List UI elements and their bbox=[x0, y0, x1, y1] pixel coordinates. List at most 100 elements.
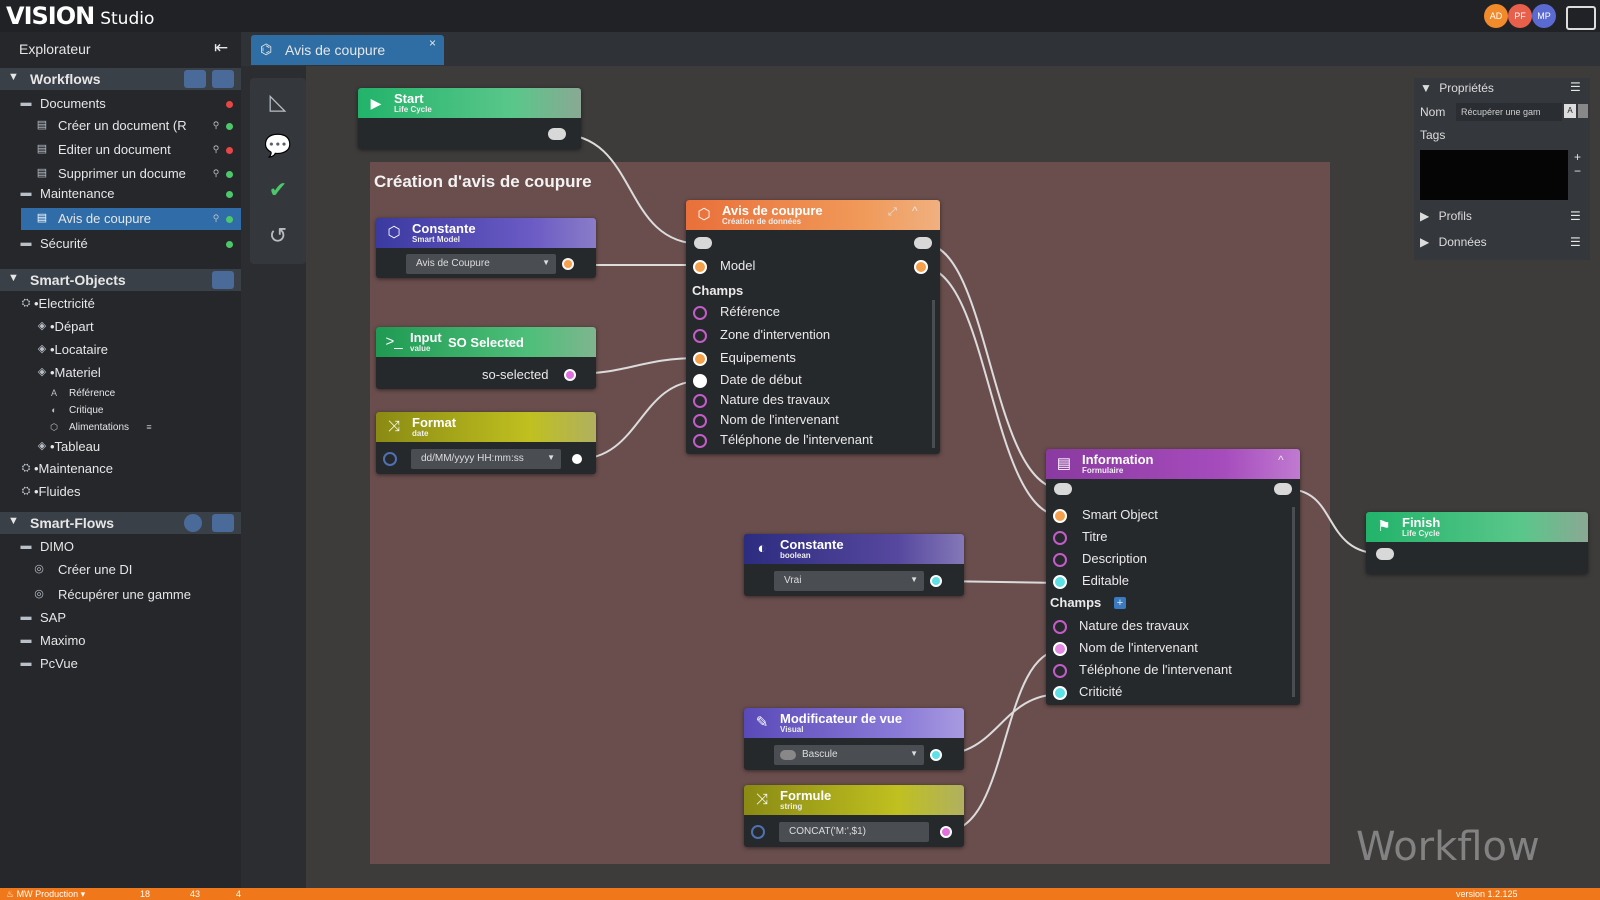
canvas-watermark: Workflow bbox=[1356, 824, 1540, 870]
field-port[interactable] bbox=[1053, 575, 1067, 589]
chevron-down-icon: ▼ bbox=[1420, 81, 1432, 95]
field-port[interactable] bbox=[1053, 642, 1067, 656]
input-port[interactable] bbox=[751, 825, 765, 839]
field-port[interactable] bbox=[1053, 531, 1067, 545]
field-port[interactable] bbox=[693, 352, 707, 366]
boolean-select[interactable]: Vrai ▼ bbox=[774, 571, 924, 591]
field-description: Description bbox=[1082, 551, 1148, 566]
flow-out-port[interactable] bbox=[548, 128, 566, 140]
field-port[interactable] bbox=[693, 434, 707, 448]
chevron-up-icon[interactable]: ^ bbox=[912, 204, 918, 218]
output-port[interactable] bbox=[572, 454, 582, 464]
node-title: Information bbox=[1082, 452, 1154, 467]
node-constante-boolean[interactable]: ◐ Constante boolean Vrai ▼ bbox=[744, 534, 964, 596]
shuffle-icon: ⤨ bbox=[755, 791, 768, 808]
edit-icon: ✎ bbox=[755, 714, 769, 731]
status-bar: ♨ MW Production ▾ 18 43 4 version 1.2.12… bbox=[0, 888, 1600, 900]
model-input-port[interactable] bbox=[693, 260, 707, 274]
smart-model-select[interactable]: Avis de Coupure ▼ bbox=[406, 254, 556, 274]
node-subtitle: date bbox=[412, 429, 429, 438]
visual-mode-select[interactable]: Bascule ▼ bbox=[774, 745, 924, 765]
nom-label: Nom bbox=[1420, 105, 1446, 119]
node-modificateur-de-vue[interactable]: ✎ Modificateur de vue Visual Bascule ▼ bbox=[744, 708, 964, 770]
output-port[interactable] bbox=[940, 826, 952, 838]
field-nature-travaux: Nature des travaux bbox=[720, 392, 830, 407]
node-information[interactable]: ▤ Information Formulaire ^ Smart Object … bbox=[1046, 449, 1300, 705]
field-port[interactable] bbox=[693, 414, 707, 428]
field-nom-intervenant: Nom de l'intervenant bbox=[720, 412, 839, 427]
remove-tag-icon[interactable]: − bbox=[1574, 164, 1581, 178]
nom-input[interactable]: Récupérer une gam bbox=[1456, 103, 1562, 121]
flow-in-port[interactable] bbox=[1376, 548, 1394, 560]
chevron-down-icon: ▼ bbox=[547, 453, 555, 462]
date-format-select[interactable]: dd/MM/yyyy HH:mm:ss ▼ bbox=[411, 449, 561, 469]
properties-header[interactable]: ▼ Propriétés bbox=[1420, 81, 1494, 95]
field-port[interactable] bbox=[1053, 686, 1067, 700]
add-field-icon[interactable]: + bbox=[1114, 597, 1126, 609]
node-constante-smart-model[interactable]: ⬡ Constante Smart Model Avis de Coupure … bbox=[376, 218, 596, 278]
node-subtitle: string bbox=[780, 802, 803, 811]
menu-icon[interactable]: ☰ bbox=[1570, 235, 1581, 249]
node-start[interactable]: ▶ Start Life Cycle bbox=[358, 88, 581, 149]
field-port[interactable] bbox=[1053, 664, 1067, 678]
formula-input[interactable]: CONCAT('M:',$1) bbox=[779, 822, 929, 842]
model-output-port[interactable] bbox=[914, 260, 928, 274]
node-header: ⬡ Constante Smart Model bbox=[376, 218, 596, 248]
node-title: Input bbox=[410, 330, 442, 345]
output-port[interactable] bbox=[930, 749, 942, 761]
terminal-icon: >_ bbox=[385, 333, 403, 350]
toggle-icon: ◐ bbox=[757, 540, 767, 557]
menu-icon[interactable]: ☰ bbox=[1570, 209, 1581, 223]
form-icon: ▤ bbox=[1056, 455, 1072, 472]
field-port[interactable] bbox=[693, 329, 707, 343]
node-title: Modificateur de vue bbox=[780, 711, 903, 726]
node-formule[interactable]: ⤨ Formule string CONCAT('M:',$1) bbox=[744, 785, 964, 847]
field-telephone-intervenant: Téléphone de l'intervenant bbox=[1079, 662, 1232, 677]
expand-icon[interactable]: ⤢ bbox=[888, 206, 897, 219]
output-port[interactable] bbox=[562, 258, 574, 270]
flow-in-port[interactable] bbox=[1054, 483, 1072, 495]
node-subtitle: Visual bbox=[780, 725, 804, 734]
cube-icon: ⬡ bbox=[697, 206, 711, 223]
chevron-down-icon: ▼ bbox=[542, 258, 550, 267]
node-header: ⤨ Format date bbox=[376, 412, 596, 442]
node-input[interactable]: >_ Input value SO Selected so-selected bbox=[376, 327, 596, 389]
add-tag-icon[interactable]: + bbox=[1574, 150, 1581, 164]
field-port[interactable] bbox=[1053, 553, 1067, 567]
field-port[interactable] bbox=[693, 306, 707, 320]
flow-out-port[interactable] bbox=[1274, 483, 1292, 495]
environment-selector[interactable]: ♨ MW Production ▾ bbox=[6, 889, 85, 900]
text-format-icon[interactable]: A bbox=[1564, 104, 1576, 118]
input-port[interactable] bbox=[383, 452, 397, 466]
node-title: Avis de coupure bbox=[722, 203, 823, 218]
field-port[interactable] bbox=[693, 374, 707, 388]
node-scrollbar[interactable] bbox=[1292, 507, 1295, 697]
node-avis-de-coupure[interactable]: ⬡ Avis de coupure Création de données ⤢ … bbox=[686, 200, 940, 454]
donnees-section[interactable]: ▶ Données bbox=[1420, 235, 1487, 249]
object-count: 43 bbox=[190, 889, 201, 899]
properties-title: Propriétés bbox=[1439, 81, 1494, 95]
field-port[interactable] bbox=[693, 394, 707, 408]
node-title: Constante bbox=[412, 221, 476, 236]
field-nom-intervenant: Nom de l'intervenant bbox=[1079, 640, 1198, 655]
chevron-up-icon[interactable]: ^ bbox=[1278, 453, 1284, 467]
node-header: ✎ Modificateur de vue Visual bbox=[744, 708, 964, 738]
node-subtitle: Life Cycle bbox=[394, 105, 432, 114]
node-header: ⚑ Finish Life Cycle bbox=[1366, 512, 1588, 542]
select-value: dd/MM/yyyy HH:mm:ss bbox=[421, 453, 524, 464]
field-port[interactable] bbox=[1053, 509, 1067, 523]
node-format[interactable]: ⤨ Format date dd/MM/yyyy HH:mm:ss ▼ bbox=[376, 412, 596, 474]
field-port[interactable] bbox=[1053, 620, 1067, 634]
node-scrollbar[interactable] bbox=[932, 300, 935, 448]
node-finish[interactable]: ⚑ Finish Life Cycle bbox=[1366, 512, 1588, 574]
profils-section[interactable]: ▶ Profils bbox=[1420, 209, 1472, 223]
chevron-right-icon: ▶ bbox=[1420, 209, 1430, 223]
flow-in-port[interactable] bbox=[694, 237, 712, 249]
menu-icon[interactable]: ☰ bbox=[1570, 80, 1581, 94]
output-port[interactable] bbox=[564, 369, 576, 381]
output-port[interactable] bbox=[930, 575, 942, 587]
flow-out-port[interactable] bbox=[914, 237, 932, 249]
tags-input[interactable] bbox=[1420, 150, 1568, 200]
language-icon[interactable] bbox=[1578, 104, 1588, 118]
field-smart-object: Smart Object bbox=[1082, 507, 1158, 522]
